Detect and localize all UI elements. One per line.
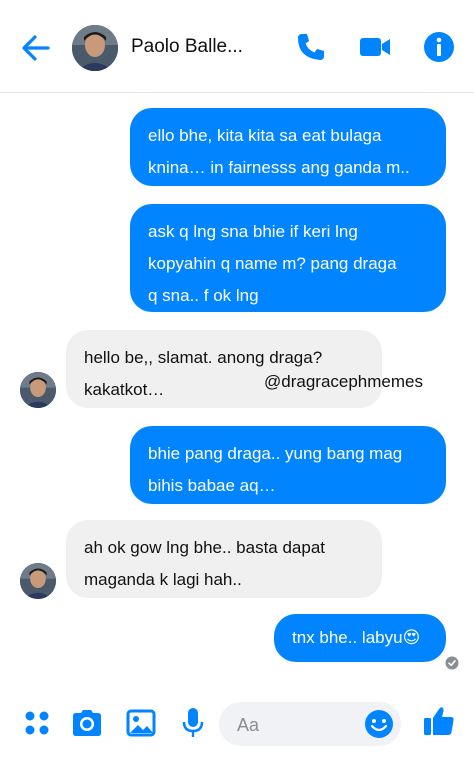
message-outgoing-2[interactable]: ask q lng sna bhie if keri lng kopyahin … [130,204,446,312]
apps-grid-icon[interactable] [20,706,54,740]
composer-bar [0,690,474,759]
chat-header: Paolo Balle... [0,0,474,93]
image-icon[interactable] [124,706,158,740]
emoji-icon[interactable] [363,708,395,740]
thumbs-up-icon[interactable] [422,704,456,738]
seen-check-icon [445,656,459,670]
back-arrow-icon[interactable] [18,30,54,66]
info-icon[interactable] [422,30,456,64]
message-outgoing-4[interactable]: tnx bhe.. labyu😍 [274,614,446,662]
contact-avatar-small[interactable] [20,372,56,408]
phone-icon[interactable] [294,30,328,64]
message-outgoing-3[interactable]: bhie pang draga.. yung bang mag bihis ba… [130,426,446,504]
message-input[interactable] [235,710,359,740]
message-incoming-1[interactable]: hello be,, slamat. anong draga? kakatkot… [66,330,382,408]
message-incoming-2[interactable]: ah ok gow lng bhe.. basta dapat maganda … [66,520,382,598]
message-outgoing-1[interactable]: ello bhe, kita kita sa eat bulaga knina…… [130,108,446,186]
contact-avatar[interactable] [72,25,118,71]
watermark-text: @dragracephmemes [264,372,423,391]
video-camera-icon[interactable] [358,30,392,64]
contact-avatar-small[interactable] [20,563,56,599]
camera-icon[interactable] [70,706,104,740]
message-input-box[interactable] [219,702,401,746]
microphone-icon[interactable] [176,706,210,740]
contact-name[interactable]: Paolo Balle... [131,36,243,58]
